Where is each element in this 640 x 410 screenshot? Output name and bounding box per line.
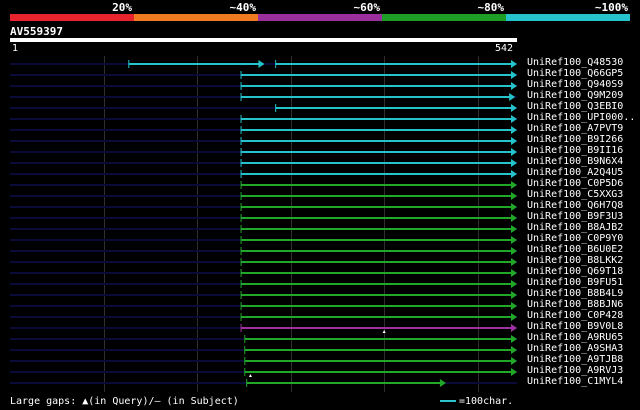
hit-arrow-icon bbox=[511, 115, 517, 123]
hit-label[interactable]: UniRef100_C0P428 bbox=[527, 310, 623, 321]
hit-label[interactable]: UniRef100_B8BJN6 bbox=[527, 299, 623, 310]
hit-arrow-icon bbox=[511, 335, 517, 343]
hit-label[interactable]: UniRef100_C0P9Y0 bbox=[527, 233, 623, 244]
hit-arrow-icon bbox=[511, 148, 517, 156]
legend-percent-label: 20% bbox=[112, 1, 132, 14]
hit-arrow-icon bbox=[511, 346, 517, 354]
hit-label[interactable]: UniRef100_A9SHA3 bbox=[527, 343, 623, 354]
hit-label[interactable]: UniRef100_B8AJB2 bbox=[527, 222, 623, 233]
hit-label[interactable]: UniRef100_C1MYL4 bbox=[527, 376, 623, 387]
hit-label[interactable]: UniRef100_B8B4L9 bbox=[527, 288, 623, 299]
hit-label[interactable]: UniRef100_B9F3U3 bbox=[527, 211, 623, 222]
scale-line-icon bbox=[440, 400, 456, 402]
legend-percent-label: ~40% bbox=[229, 1, 257, 14]
hit-label[interactable]: UniRef100_Q48530 bbox=[527, 57, 623, 68]
hit-arrow-icon bbox=[439, 379, 446, 387]
hit-label[interactable]: UniRef100_UPI000.. bbox=[527, 112, 635, 123]
hit-label[interactable]: UniRef100_B9II16 bbox=[527, 145, 623, 156]
hit-arrow-icon bbox=[511, 159, 517, 167]
hit-arrow-icon bbox=[511, 60, 517, 68]
scale-label: =100char. bbox=[459, 396, 514, 407]
hit-arrow-icon bbox=[511, 313, 517, 321]
hit-label[interactable]: UniRef100_Q3EBI0 bbox=[527, 101, 623, 112]
hit-arrow-icon bbox=[511, 71, 517, 79]
hit-arrow-icon bbox=[511, 137, 517, 145]
query-gap-marker-icon bbox=[248, 374, 252, 377]
hit-label[interactable]: UniRef100_B9I266 bbox=[527, 134, 623, 145]
hit-label[interactable]: UniRef100_A9RVJ3 bbox=[527, 365, 623, 376]
hit-arrow-icon bbox=[511, 324, 517, 332]
hit-label[interactable]: UniRef100_Q66GP5 bbox=[527, 68, 623, 79]
hit-arrow-icon bbox=[511, 181, 517, 189]
hit-label[interactable]: UniRef100_A2Q4U5 bbox=[527, 167, 623, 178]
hit-label[interactable]: UniRef100_B8LKK2 bbox=[527, 255, 623, 266]
hit-arrow-icon bbox=[511, 225, 517, 233]
hit-arrow-icon bbox=[511, 192, 517, 200]
hit-label[interactable]: UniRef100_B9FU51 bbox=[527, 277, 623, 288]
hit-arrow-icon bbox=[511, 247, 517, 255]
hit-arrow-icon bbox=[511, 269, 517, 277]
legend-percent-label: ~100% bbox=[594, 1, 628, 14]
hit-label[interactable]: UniRef100_B9V0L8 bbox=[527, 321, 623, 332]
hit-arrow-icon bbox=[511, 368, 517, 376]
hit-arrow-icon bbox=[511, 126, 517, 134]
hit-label[interactable]: UniRef100_Q6H7Q8 bbox=[527, 200, 623, 211]
hit-label[interactable]: UniRef100_B6U0E2 bbox=[527, 244, 623, 255]
hit-arrow-icon bbox=[511, 104, 517, 112]
hit-arrow-icon bbox=[511, 203, 517, 211]
hit-arrow-icon bbox=[511, 82, 517, 90]
hit-label[interactable]: UniRef100_B9N6X4 bbox=[527, 156, 623, 167]
hit-label[interactable]: UniRef100_A9RU65 bbox=[527, 332, 623, 343]
hit-arrow-icon bbox=[511, 170, 517, 178]
hit-arrow-icon bbox=[511, 357, 517, 365]
hit-arrow-icon bbox=[511, 258, 517, 266]
legend-percent-label: ~60% bbox=[353, 1, 381, 14]
hit-arrow-icon bbox=[511, 302, 517, 310]
query-gap-marker-icon bbox=[382, 330, 386, 333]
gaps-legend: Large gaps: ▲(in Query)/– (in Subject) bbox=[10, 396, 239, 407]
hit-arrow-icon bbox=[511, 280, 517, 288]
hit-arrow-icon bbox=[509, 93, 516, 101]
hit-label[interactable]: UniRef100_A9TJB8 bbox=[527, 354, 623, 365]
hit-label[interactable]: UniRef100_Q940S9 bbox=[527, 79, 623, 90]
hit-arrow-icon bbox=[511, 214, 517, 222]
hit-label[interactable]: UniRef100_A7PVT9 bbox=[527, 123, 623, 134]
hit-label[interactable]: UniRef100_C0P5D6 bbox=[527, 178, 623, 189]
scale-legend: =100char. bbox=[440, 396, 513, 407]
hit-label[interactable]: UniRef100_Q69T18 bbox=[527, 266, 623, 277]
hit-arrow-icon bbox=[511, 236, 517, 244]
hit-arrow-icon bbox=[258, 60, 265, 68]
legend-percent-label: ~80% bbox=[477, 1, 505, 14]
hit-arrow-icon bbox=[511, 291, 517, 299]
hit-label[interactable]: UniRef100_C5XXG3 bbox=[527, 189, 623, 200]
hit-label[interactable]: UniRef100_Q9M209 bbox=[527, 90, 623, 101]
